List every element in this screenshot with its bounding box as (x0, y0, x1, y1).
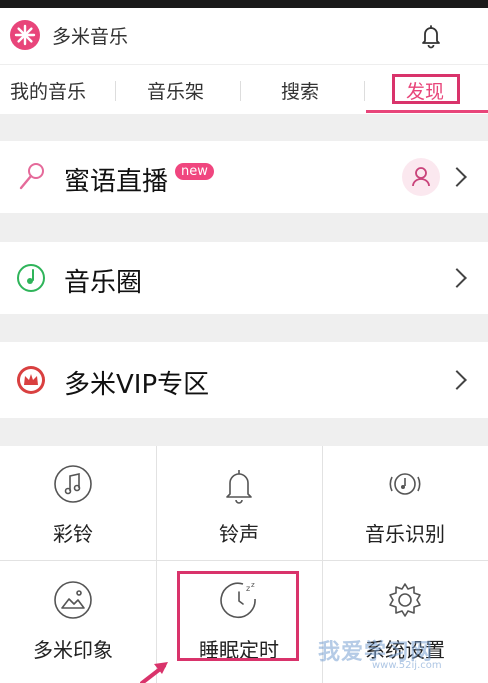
grid-item-domi-impression[interactable]: 多米印象 (0, 562, 154, 678)
annotation-highlight-sleep-timer (177, 571, 299, 661)
tab-bar: 我的音乐 音乐架 搜索 发现 (0, 64, 488, 114)
list-item-music-circle[interactable]: 音乐圈 (0, 242, 488, 314)
image-icon (54, 581, 92, 619)
status-bar (0, 0, 488, 8)
chevron-right-icon (447, 268, 467, 288)
grid-item-label: 铃声 (219, 522, 259, 546)
watermark-url: www.52ij.com (372, 660, 442, 671)
gear-icon (389, 583, 421, 617)
tab-music-shelf[interactable]: 音乐架 (147, 77, 204, 104)
app-screen: 多米音乐 我的音乐 音乐架 搜索 发现 蜜语直播 new 音乐圈 多米VIP专区… (0, 0, 488, 683)
list-item-live[interactable]: 蜜语直播 new (0, 141, 488, 213)
annotation-highlight-tab (392, 74, 460, 104)
list-item-label: 蜜语直播 (64, 167, 169, 197)
tab-separator (364, 81, 365, 101)
grid-item-label: 多米印象 (33, 638, 113, 662)
app-title: 多米音乐 (52, 26, 129, 48)
list-item-vip[interactable]: 多米VIP专区 (0, 342, 488, 418)
grid-item-ringtone[interactable]: 铃声 (158, 446, 320, 562)
bell-icon (226, 470, 252, 504)
list-item-label: 多米VIP专区 (64, 370, 210, 400)
music-circle-icon (17, 264, 45, 292)
tab-my-music[interactable]: 我的音乐 (10, 77, 86, 104)
chevron-right-icon (447, 370, 467, 390)
music-recognition-icon (389, 473, 421, 495)
annotation-arrow-icon (140, 662, 168, 683)
tab-active-indicator (366, 110, 488, 113)
app-header: 多米音乐 (0, 8, 488, 64)
vip-crown-icon (17, 366, 45, 394)
new-badge: new (175, 163, 214, 180)
list-item-label: 音乐圈 (64, 268, 143, 298)
music-note-icon (54, 465, 92, 503)
microphone-icon (19, 163, 44, 190)
grid-divider (156, 446, 157, 683)
user-icon[interactable] (402, 158, 440, 196)
grid-item-label: 音乐识别 (365, 522, 445, 546)
logo-flower-icon (14, 24, 36, 46)
grid-item-music-recognition[interactable]: 音乐识别 (324, 446, 486, 562)
grid-item-ringback[interactable]: 彩铃 (0, 446, 154, 562)
grid-item-label: 彩铃 (53, 522, 93, 546)
tab-search[interactable]: 搜索 (281, 77, 319, 104)
tab-separator (115, 81, 116, 101)
chevron-right-icon (447, 167, 467, 187)
app-logo (10, 20, 40, 50)
notification-bell-icon[interactable] (416, 20, 446, 50)
tab-separator (240, 81, 241, 101)
